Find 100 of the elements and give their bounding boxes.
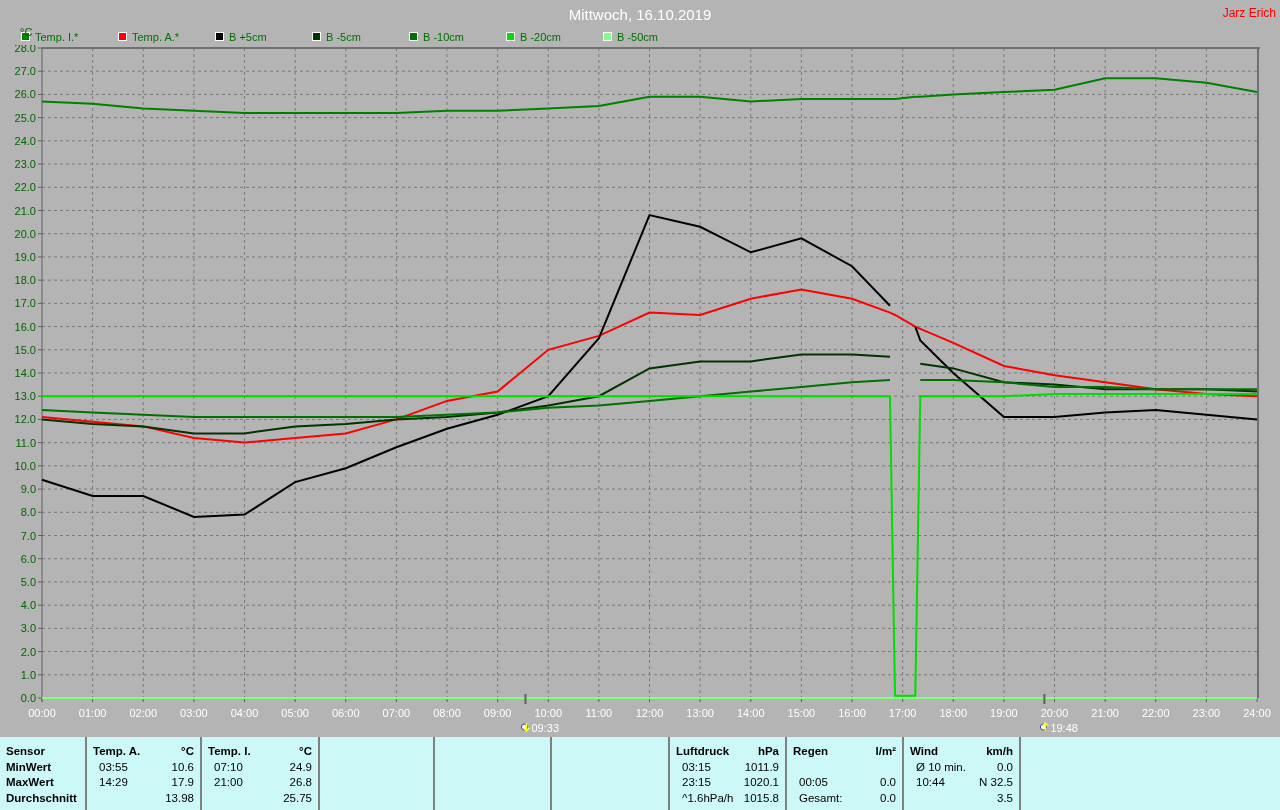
- table-cell-text: 10:44: [915, 776, 946, 790]
- y-tick-label: 17.0: [14, 297, 36, 310]
- sun-time-label: 09:33: [531, 722, 559, 734]
- y-tick-label: 10.0: [14, 459, 36, 472]
- y-tick-label: 4.0: [20, 599, 36, 612]
- x-tick-label: 02:00: [129, 707, 157, 719]
- y-tick-label: 27.0: [14, 65, 36, 78]
- table-cell-text: 03:55: [98, 760, 129, 775]
- table-cell-text: 1011.9: [743, 760, 779, 775]
- y-tick-label: 18.0: [14, 274, 36, 287]
- unit-label: hPa: [756, 745, 779, 759]
- x-tick-label: 16:00: [838, 707, 866, 719]
- x-tick-label: 14:00: [737, 707, 765, 719]
- y-tick-label: 5.0: [20, 575, 36, 588]
- y-tick-label: 23.0: [14, 158, 36, 171]
- y-tick-label: 14.0: [14, 367, 36, 379]
- y-tick-label: 6.0: [20, 552, 36, 565]
- legend-label: B +5cm: [229, 30, 267, 43]
- table-cell-text: 3.5: [996, 791, 1013, 806]
- table-cell-text: 25.75: [283, 791, 312, 806]
- x-tick-label: 01:00: [78, 707, 107, 719]
- table-cell-text: Gesamt:: [798, 791, 844, 806]
- y-tick-label: 8.0: [20, 506, 36, 519]
- x-tick-label: 09:00: [483, 707, 512, 719]
- y-tick-label: 26.0: [14, 88, 36, 101]
- x-tick-label: 13:00: [686, 707, 714, 719]
- table-cell-text: 1015.8: [743, 791, 779, 806]
- unit-label: km/h: [985, 745, 1013, 759]
- legend-label: Temp. I.*: [35, 30, 79, 43]
- legend-label: B -20cm: [520, 30, 561, 43]
- table-cell-text: 21:00: [213, 776, 244, 790]
- column-header: Sensor: [6, 745, 46, 759]
- y-tick-label: 16.0: [14, 320, 36, 333]
- x-tick-label: 18:00: [939, 707, 967, 719]
- x-tick-label: 24:00: [1243, 707, 1271, 719]
- sunset-icon: [1039, 721, 1050, 732]
- table-cell-text: 00:05: [798, 776, 829, 790]
- y-tick-label: 25.0: [14, 111, 36, 124]
- y-tick-label: 15.0: [14, 343, 36, 356]
- table-cell-text: 0.0: [879, 791, 896, 806]
- y-tick-label: 9.0: [20, 483, 36, 496]
- y-tick-label: 11.0: [15, 436, 36, 449]
- author-name: Jarz Erich: [1222, 6, 1276, 20]
- y-tick-label: 21.0: [14, 204, 36, 217]
- table-cell-text: 17.9: [170, 776, 194, 790]
- legend-label: Temp. A.*: [132, 30, 180, 43]
- column-header: Temp. A.: [93, 745, 142, 759]
- row-label: MinWert: [6, 760, 53, 775]
- y-tick-label: 13.0: [14, 390, 36, 403]
- table-cell-text: 24.9: [288, 760, 312, 775]
- y-tick-label: 2.0: [20, 645, 36, 658]
- y-tick-label: 28.0: [14, 45, 36, 54]
- unit-label: °C: [298, 745, 312, 759]
- x-tick-label: 10:00: [534, 707, 562, 719]
- table-cell-text: 13.98: [165, 791, 194, 806]
- y-tick-label: 20.0: [14, 227, 36, 240]
- unit-label: l/m²: [875, 745, 896, 759]
- column-header: Regen: [793, 745, 830, 759]
- y-tick-label: 12.0: [14, 413, 36, 426]
- x-tick-label: 23:00: [1192, 707, 1221, 719]
- x-tick-label: 05:00: [281, 707, 309, 719]
- x-tick-label: 22:00: [1142, 707, 1170, 719]
- legend-label: B -5cm: [326, 30, 361, 43]
- row-label: MaxWert: [6, 776, 55, 790]
- table-cell-text: 26.8: [288, 776, 312, 790]
- column-header: Wind: [910, 745, 939, 759]
- y-tick-label: 19.0: [14, 250, 36, 263]
- chart-title: Mittwoch, 16.10.2019: [568, 6, 712, 23]
- table-cell-text: 03:15: [681, 760, 712, 775]
- x-tick-label: 21:00: [1091, 707, 1119, 719]
- x-tick-label: 08:00: [433, 707, 461, 719]
- x-tick-label: 20:00: [1040, 707, 1069, 719]
- table-cell-text: 07:10: [213, 760, 244, 775]
- y-tick-label: 3.0: [20, 622, 36, 635]
- y-tick-label: 22.0: [14, 181, 36, 194]
- row-label: Durchschnitt: [6, 791, 78, 806]
- table-cell-text: 23:15: [681, 776, 712, 790]
- x-tick-label: 03:00: [180, 707, 208, 719]
- y-tick-label: 7.0: [20, 529, 36, 542]
- x-tick-label: 19:00: [990, 707, 1018, 719]
- x-tick-label: 04:00: [230, 707, 259, 719]
- sun-time-label: 19:48: [1050, 722, 1078, 734]
- table-cell-text: 0.0: [996, 760, 1013, 775]
- column-header: Temp. I.: [208, 745, 252, 759]
- x-tick-label: 15:00: [787, 707, 816, 719]
- table-cell-text: 1020.1: [743, 776, 779, 790]
- table-cell-text: Ø 10 min.: [915, 760, 967, 775]
- x-tick-label: 12:00: [635, 707, 664, 719]
- sunrise-icon: [520, 722, 531, 733]
- y-tick-label: 1.0: [20, 668, 36, 681]
- table-cell-text: 14:29: [98, 776, 129, 790]
- legend-label: B -50cm: [617, 30, 658, 43]
- column-header: Luftdruck: [676, 745, 731, 759]
- x-tick-label: 17:00: [888, 707, 917, 719]
- y-tick-label: 24.0: [14, 134, 36, 147]
- unit-label: °C: [20, 26, 33, 38]
- x-tick-label: 06:00: [332, 707, 360, 719]
- x-tick-label: 00:00: [28, 707, 56, 719]
- table-cell-text: 0.0: [879, 776, 896, 790]
- table-cell-text: N 32.5: [979, 776, 1013, 790]
